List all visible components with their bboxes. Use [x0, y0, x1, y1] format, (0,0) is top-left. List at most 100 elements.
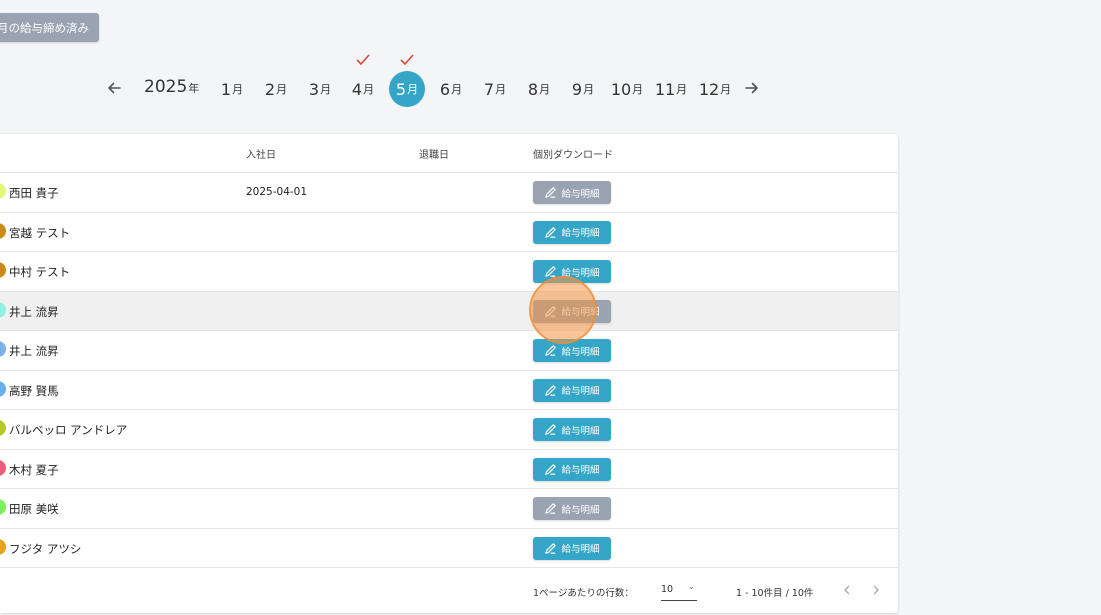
month-number: 12 [698, 79, 720, 99]
chevron-down-icon: ⌄ [687, 582, 695, 592]
year-label: 2025年 [144, 77, 199, 97]
pencil-icon [544, 226, 557, 239]
employee-name: 西田 貴子 [9, 186, 59, 200]
month-number: 10 [610, 79, 632, 99]
table-row[interactable]: フジタ アツシ 給与明細 [0, 529, 898, 568]
payslip-download-button[interactable]: 給与明細 [533, 181, 611, 204]
month-3[interactable]: 3月 [302, 71, 338, 107]
month-number: 7 [483, 79, 495, 99]
month-9[interactable]: 9月 [565, 71, 601, 107]
avatar [0, 262, 6, 278]
avatar [0, 341, 6, 357]
month-number: 4 [351, 79, 363, 99]
payslip-download-button[interactable]: 給与明細 [533, 536, 611, 560]
table-pagination: 1ページあたりの行数： 10 ⌄ 1 - 10件目 / 10件 [0, 568, 898, 613]
table-row[interactable]: 井上 流昇 給与明細 [0, 331, 898, 371]
table-row[interactable]: 高野 賢馬 給与明細 [0, 371, 898, 410]
avatar [0, 380, 6, 397]
pencil-icon [544, 305, 557, 318]
prev-page-icon[interactable] [838, 581, 856, 599]
month-number: 3 [308, 79, 320, 99]
month-10[interactable]: 10 月 [609, 71, 645, 107]
month-number: 2 [264, 79, 276, 99]
month-unit: 月 [632, 83, 644, 96]
year-unit: 年 [188, 82, 200, 95]
month-navigation: 2025年 1 月 2 月 3 月 4 月 5 月 6 月 7 月 8 月 9 月 10 月 11 月 12 月 [0, 50, 1101, 110]
payroll-closed-label: 月の給与締め済み [0, 20, 89, 35]
month-5[interactable]: 5月 [389, 71, 425, 107]
table-row[interactable]: 西田 貴子 2025-04-01 給与明細 [0, 173, 898, 213]
employee-name: 田原 美咲 [9, 502, 59, 516]
next-page-icon[interactable] [867, 581, 885, 599]
avatar [0, 301, 6, 318]
prev-year-arrow-icon[interactable] [102, 76, 126, 100]
payslip-button-label: 給与明細 [561, 188, 600, 200]
employee-name: バルベッロ アンドレア [9, 423, 128, 437]
payslip-button-label: 給与明細 [561, 228, 600, 239]
table-row[interactable]: 井上 流昇 給与明細 [0, 291, 898, 331]
employee-name: フジタ アツシ [9, 541, 82, 556]
month-unit: 月 [495, 83, 507, 96]
employee-name: 木村 夏子 [9, 462, 59, 477]
pencil-icon [544, 265, 557, 278]
payslip-download-button[interactable]: 給与明細 [533, 497, 611, 520]
month-11[interactable]: 11 月 [653, 71, 689, 107]
avatar [0, 499, 6, 515]
table-row[interactable]: 中村 テスト 給与明細 [0, 252, 898, 292]
rows-per-page-label: 1ページあたりの行数： [533, 588, 634, 599]
payroll-closed-button[interactable]: 月の給与締め済み [0, 13, 99, 42]
header-hire-date: 入社日 [246, 150, 276, 161]
payslip-download-button[interactable]: 給与明細 [533, 339, 611, 362]
next-year-arrow-icon[interactable] [740, 76, 764, 100]
month-7[interactable]: 7月 [477, 71, 513, 107]
pencil-icon [544, 423, 557, 436]
avatar [0, 538, 6, 555]
month-unit: 月 [320, 83, 332, 96]
payslip-button-label: 給与明細 [561, 346, 600, 358]
table-row[interactable]: バルベッロ アンドレア 給与明細 [0, 410, 898, 450]
employee-name: 井上 流昇 [9, 304, 59, 319]
month-8[interactable]: 8月 [521, 71, 557, 107]
payslip-download-button[interactable]: 給与明細 [533, 378, 611, 402]
payslip-button-label: 給与明細 [561, 267, 600, 279]
month-number: 6 [439, 79, 451, 99]
month-unit: 月 [539, 83, 551, 96]
check-icon [356, 54, 370, 66]
page-range: 1 - 10件目 / 10件 [736, 588, 814, 599]
payslip-button-label: 給与明細 [561, 544, 600, 555]
month-1[interactable]: 1月 [214, 71, 250, 107]
pencil-icon [544, 463, 557, 476]
payslip-button-label: 給与明細 [561, 465, 600, 476]
month-12[interactable]: 12 月 [697, 71, 733, 107]
employee-name: 井上 流昇 [9, 344, 59, 358]
employee-name: 高野 賢馬 [9, 383, 59, 398]
month-number: 9 [571, 79, 583, 99]
payslip-download-button[interactable]: 給与明細 [533, 418, 611, 441]
pencil-icon [544, 502, 557, 515]
table-row[interactable]: 田原 美咲 給与明細 [0, 489, 898, 529]
month-unit: 月 [407, 83, 419, 96]
month-unit: 月 [276, 83, 288, 96]
month-4[interactable]: 4月 [345, 71, 381, 107]
payslip-download-button[interactable]: 給与明細 [533, 457, 611, 481]
payslip-button-label: 給与明細 [561, 504, 600, 516]
rows-per-page-select[interactable]: 10 ⌄ [661, 579, 697, 601]
payslip-download-button[interactable]: 給与明細 [533, 299, 611, 323]
hire-date: 2025-04-01 [246, 186, 308, 198]
payslip-download-button[interactable]: 給与明細 [533, 220, 611, 244]
header-leave-date: 退職日 [419, 150, 449, 161]
month-unit: 月 [676, 83, 688, 96]
payslip-button-label: 給与明細 [561, 425, 600, 437]
table-row[interactable]: 木村 夏子 給与明細 [0, 450, 898, 489]
payslip-download-button[interactable]: 給与明細 [533, 260, 611, 283]
avatar [0, 183, 6, 199]
month-6[interactable]: 6月 [433, 71, 469, 107]
header-download: 個別ダウンロード [533, 150, 613, 161]
month-2[interactable]: 2月 [258, 71, 294, 107]
month-number: 5 [395, 79, 407, 99]
month-unit: 月 [363, 83, 375, 96]
table-row[interactable]: 宮越 テスト 給与明細 [0, 213, 898, 252]
pencil-icon [544, 384, 557, 397]
pencil-icon [544, 542, 557, 555]
month-unit: 月 [232, 83, 244, 96]
